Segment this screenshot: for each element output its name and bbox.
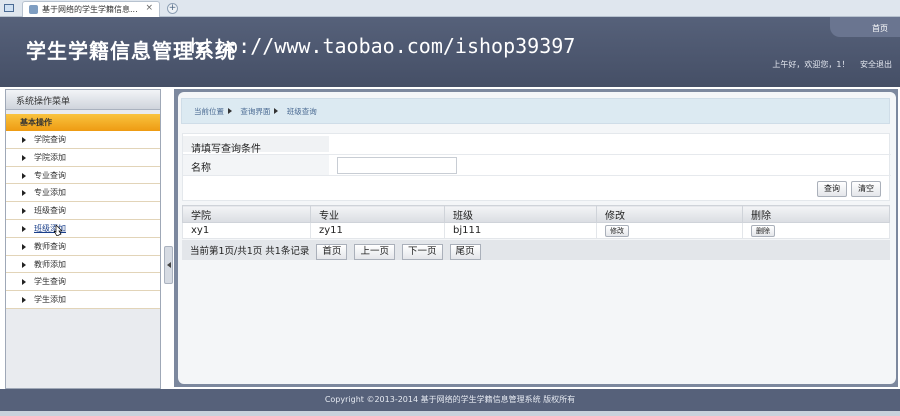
- sidebar-item-student-query[interactable]: 学生查询: [6, 273, 160, 292]
- browser-tab-strip: 基于网络的学生学籍信息... × +: [0, 0, 900, 17]
- sidebar-item-college-query[interactable]: 学院查询: [6, 131, 160, 149]
- breadcrumb-item[interactable]: 查询界面: [240, 107, 270, 116]
- sidebar-item-label: 学院添加: [34, 152, 66, 162]
- copyright-text: Copyright ©2013-2014 基于网络的学生学籍信息管理系统 版权所…: [324, 395, 576, 404]
- breadcrumb-arrow-icon: [274, 108, 279, 114]
- cell-college: xy1: [182, 222, 311, 239]
- pagination-summary: 当前第1页/共1页 共1条记录: [190, 246, 310, 257]
- mouse-pointer-icon: [54, 225, 62, 236]
- clear-button[interactable]: 清空: [851, 181, 881, 197]
- name-label: 名称: [191, 163, 211, 174]
- sidebar-item-label: 班级查询: [34, 206, 66, 216]
- watermark-url: http://www.taobao.com/ishop39397: [190, 34, 576, 58]
- pagination-bar: 当前第1页/共1页 共1条记录 首页 上一页 下一页 尾页: [182, 240, 890, 260]
- last-page-button[interactable]: 尾页: [449, 244, 481, 260]
- sidebar-item-label: 教师添加: [34, 259, 66, 269]
- sidebar-item-label: 专业添加: [34, 188, 66, 198]
- sidebar-item-major-query[interactable]: 专业查询: [6, 166, 160, 185]
- sidebar-collapse-toggle[interactable]: [164, 246, 173, 284]
- tab-title: 基于网络的学生学籍信息...: [42, 5, 138, 14]
- breadcrumb-item[interactable]: 班级查询: [287, 107, 317, 116]
- sidebar-item-college-add[interactable]: 学院添加: [6, 148, 160, 167]
- logout-link[interactable]: 安全退出: [860, 60, 892, 69]
- user-greeting: 上午好，欢迎您，1！ 安全退出: [772, 59, 892, 70]
- sidebar-heading: 系统操作菜单: [6, 90, 160, 110]
- home-tab: [830, 17, 900, 37]
- sidebar-item-class-query[interactable]: 班级查询: [6, 202, 160, 220]
- sidebar-item-class-add[interactable]: 班级添加: [6, 219, 160, 238]
- cell-major: zy11: [310, 222, 445, 239]
- column-header-edit: 修改: [596, 205, 743, 223]
- search-title: 请填写查询条件: [191, 144, 261, 155]
- sidebar-item-student-add[interactable]: 学生添加: [6, 291, 160, 309]
- sidebar-item-teacher-query[interactable]: 教师查询: [6, 237, 160, 256]
- sidebar-item-label: 学生添加: [34, 295, 66, 305]
- breadcrumb-arrow-icon: [228, 108, 232, 114]
- sidebar-item-label: 学院查询: [34, 135, 66, 144]
- first-page-button[interactable]: 首页: [316, 244, 348, 260]
- table-header-row: 学院 专业 班级 修改 删除: [182, 205, 890, 223]
- name-input[interactable]: [337, 157, 457, 174]
- new-tab-icon[interactable]: +: [167, 3, 178, 14]
- cell-class: bj111: [444, 222, 597, 239]
- column-header-class: 班级: [444, 205, 597, 223]
- sidebar-item-label: 教师查询: [34, 241, 66, 251]
- page-favicon-icon: [29, 5, 38, 14]
- sidebar-item-label: 专业查询: [34, 170, 66, 180]
- search-row: 名称: [183, 154, 891, 176]
- class-table: 学院 专业 班级 修改 删除 xy1 zy11 bj111 修改 删除: [182, 205, 890, 239]
- query-button[interactable]: 查询: [817, 181, 847, 197]
- footer: Copyright ©2013-2014 基于网络的学生学籍信息管理系统 版权所…: [0, 389, 900, 411]
- browser-tab[interactable]: 基于网络的学生学籍信息... ×: [22, 1, 160, 17]
- sidebar-item-label: 学生查询: [34, 277, 66, 287]
- sidebar-item-major-add[interactable]: 专业添加: [6, 184, 160, 203]
- tab-close-icon[interactable]: ×: [145, 3, 153, 13]
- breadcrumb-item: 当前位置: [194, 107, 224, 116]
- home-link[interactable]: 首页: [872, 23, 888, 34]
- cell-delete: 删除: [742, 222, 890, 239]
- breadcrumb: 当前位置 查询界面 班级查询: [181, 98, 890, 124]
- sidebar-menu: 系统操作菜单 基本操作 学院查询 学院添加 专业查询 专业添加 班级查询 班级添…: [5, 89, 161, 389]
- greeting-text: 上午好，欢迎您，1！: [772, 60, 850, 69]
- cell-edit: 修改: [596, 222, 743, 239]
- next-page-button[interactable]: 下一页: [401, 244, 443, 260]
- app-header: 首页 学生学籍信息管理系统 http://www.taobao.com/isho…: [0, 17, 900, 87]
- column-header-college: 学院: [182, 205, 311, 223]
- sidebar-item-teacher-add[interactable]: 教师添加: [6, 255, 160, 274]
- tab-list-icon[interactable]: [4, 4, 14, 12]
- delete-button[interactable]: 删除: [751, 224, 775, 237]
- column-header-major: 专业: [310, 205, 445, 223]
- table-row: xy1 zy11 bj111 修改 删除: [182, 222, 890, 239]
- browser-status-bar: [0, 411, 900, 416]
- column-header-delete: 删除: [742, 205, 890, 223]
- search-panel: 请填写查询条件 名称 查询 清空: [182, 133, 891, 201]
- sidebar-group-basic[interactable]: 基本操作: [6, 114, 160, 131]
- prev-page-button[interactable]: 上一页: [354, 244, 395, 260]
- edit-button[interactable]: 修改: [605, 224, 629, 237]
